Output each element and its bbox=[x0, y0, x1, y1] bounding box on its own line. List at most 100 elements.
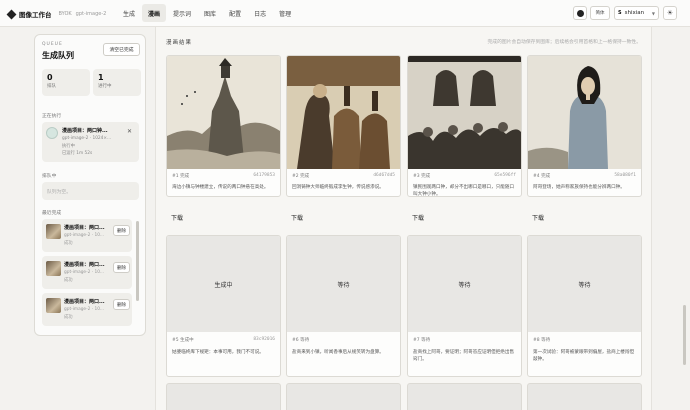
tab-admin[interactable]: 管理 bbox=[273, 4, 297, 22]
done-section-title: 最近完成 bbox=[42, 211, 62, 216]
panel-card: 生成中 #5 生成中 83c92016 姑婆临终库下规矩：本事可用，我门不可说。 bbox=[166, 235, 281, 377]
panel-label: #7 等待 bbox=[413, 338, 431, 343]
done-item-model: gpt-image-2 · 10... bbox=[64, 307, 105, 312]
panel-card: 等待 #6 等待 盐商来到小镇，听闻香事后从规笑转为盘算。 bbox=[286, 235, 401, 377]
panel-card bbox=[407, 383, 522, 410]
results-note: 完成的图片会自动保存到图库；后续格会引用首格和上一格保持一致性。 bbox=[487, 40, 641, 45]
stat-label: 排队 bbox=[47, 84, 56, 89]
app-subtitle: BYOK bbox=[58, 11, 72, 17]
github-icon bbox=[576, 9, 584, 17]
theme-toggle-button[interactable]: ☀ bbox=[663, 6, 677, 20]
results-title: 漫画结果 bbox=[166, 40, 193, 46]
running-item-model: gpt-image-2 · 1024×... bbox=[62, 136, 112, 141]
panel-card: #3 完成 65e596ff 镇民围观两口钟，却分不出哪口是哪口，只能随口叫大钟… bbox=[407, 55, 522, 197]
tab-config[interactable]: 配置 bbox=[223, 4, 247, 22]
panel-description: 盐商找上阿哥，要证明；阿哥答应证明但拒绝出售窍门。 bbox=[413, 350, 515, 362]
top-bar: 图像工作台 BYOK gpt-image-2 生成 漫画 提示词 图库 配置 日… bbox=[0, 0, 690, 27]
done-item-status: 成功 bbox=[64, 241, 73, 246]
waiting-empty: 队列为空。 bbox=[42, 182, 139, 200]
comic-results: 漫画结果 完成的图片会自动保存到图库；后续格会引用首格和上一格保持一致性。 #1… bbox=[155, 27, 652, 410]
tab-gallery[interactable]: 图库 bbox=[198, 4, 222, 22]
panel-card bbox=[166, 383, 281, 410]
panel-label: #5 生成中 bbox=[172, 338, 194, 343]
panel-description: 海边小镇与钟楼建立，传说的两口钟悬在高处。 bbox=[172, 185, 269, 190]
panel-hash: 83c92016 bbox=[253, 337, 275, 342]
stat-queued: 0 排队 bbox=[42, 69, 90, 96]
running-section-title: 正在执行 bbox=[42, 114, 62, 119]
tab-prompts[interactable]: 提示词 bbox=[167, 4, 197, 22]
panel-card: 等待 #8 等待 第一次试验：阿哥被蒙眼带到偏屋，盐商上楼闯但敲钟。 bbox=[527, 235, 642, 377]
tab-comic[interactable]: 漫画 bbox=[142, 4, 167, 22]
user-menu[interactable]: S shixian ▼ bbox=[614, 6, 659, 20]
tab-generate[interactable]: 生成 bbox=[117, 4, 141, 22]
done-item-model: gpt-image-2 · 10... bbox=[64, 233, 105, 238]
thumbnail bbox=[46, 261, 61, 276]
queue-scrollbar[interactable] bbox=[136, 221, 139, 301]
panel-card: #1 完成 64179853 海边小镇与钟楼建立，传说的两口钟悬在高处。 bbox=[166, 55, 281, 197]
panel-placeholder: 等待 bbox=[528, 236, 641, 332]
delete-button[interactable]: 删除 bbox=[113, 299, 130, 310]
done-item-model: gpt-image-2 · 10... bbox=[64, 270, 105, 275]
list-item[interactable]: 漫画项目：两口... gpt-image-2 · 10... 成功 删除 bbox=[42, 256, 132, 289]
delete-button[interactable]: 删除 bbox=[113, 262, 130, 273]
running-item[interactable]: 漫画项目：两口钟... gpt-image-2 · 1024×... 执行中 已… bbox=[42, 122, 139, 162]
stat-label: 进行中 bbox=[98, 84, 112, 89]
username: shixian bbox=[624, 10, 645, 16]
language-button[interactable]: 简体 bbox=[590, 6, 610, 20]
download-link[interactable]: 下载 bbox=[171, 213, 183, 222]
panel-card bbox=[286, 383, 401, 410]
queue-title: 生成队列 bbox=[42, 51, 74, 60]
panel-image[interactable] bbox=[528, 56, 641, 169]
brand[interactable]: 图像工作台 BYOK gpt-image-2 bbox=[6, 9, 107, 19]
waiting-section-title: 排队中 bbox=[42, 174, 57, 179]
sun-icon: ☀ bbox=[666, 9, 674, 17]
panel-placeholder: 生成中 bbox=[167, 236, 280, 332]
download-link[interactable]: 下载 bbox=[532, 213, 544, 222]
panel-card: 等待 #7 等待 盐商找上阿哥，要证明；阿哥答应证明但拒绝出售窍门。 bbox=[407, 235, 522, 377]
download-link[interactable]: 下载 bbox=[291, 213, 303, 222]
running-item-elapsed: 已运行 1m 52s bbox=[62, 151, 93, 156]
panel-card bbox=[527, 383, 642, 410]
panel-description: 回洞铸钟大师临终锻成李生钟，传说感渗说。 bbox=[292, 185, 384, 190]
queue-panel: QUEUE 生成队列 清空已完成 0 排队 1 进行中 正在执行 漫画项目：两口… bbox=[34, 34, 146, 336]
done-item-title: 漫画项目：两口... bbox=[64, 262, 105, 268]
clear-completed-button[interactable]: 清空已完成 bbox=[103, 43, 140, 56]
panel-hash: 58a080f1 bbox=[614, 173, 636, 178]
panel-description: 第一次试验：阿哥被蒙眼带到偏屋，盐商上楼闯但敲钟。 bbox=[533, 350, 635, 362]
panel-hash: 64179853 bbox=[253, 173, 275, 178]
panel-description: 姑婆临终库下规矩：本事可用，我门不可说。 bbox=[172, 350, 264, 355]
list-item[interactable]: 漫画项目：两口... gpt-image-2 · 10... 成功 删除 bbox=[42, 293, 132, 326]
panel-label: #4 完成 bbox=[533, 174, 551, 179]
panel-card: #4 完成 58a080f1 阿哥登场，她声称家族保持也能分辨两口钟。 bbox=[527, 55, 642, 197]
delete-button[interactable]: 删除 bbox=[113, 225, 130, 236]
panel-image[interactable] bbox=[408, 56, 521, 169]
page-scrollbar[interactable] bbox=[683, 305, 686, 365]
main-nav: 生成 漫画 提示词 图库 配置 日志 管理 bbox=[117, 4, 297, 22]
spinner-icon bbox=[46, 127, 58, 139]
panel-label: #8 等待 bbox=[533, 338, 551, 343]
done-item-title: 漫画项目：两口... bbox=[64, 299, 105, 305]
logo-icon bbox=[6, 9, 17, 19]
panel-label: #3 完成 bbox=[413, 174, 431, 179]
queue-eyebrow: QUEUE bbox=[42, 42, 63, 47]
panel-image[interactable] bbox=[167, 56, 280, 169]
stat-value: 0 bbox=[47, 73, 53, 82]
app-model: gpt-image-2 bbox=[75, 11, 107, 17]
app-name: 图像工作台 bbox=[19, 11, 52, 19]
running-item-title: 漫画项目：两口钟... bbox=[62, 128, 108, 134]
panel-card: #2 完成 d6d67dd5 回洞铸钟大师临终锻成李生钟，传说感渗说。 bbox=[286, 55, 401, 197]
done-item-title: 漫画项目：两口... bbox=[64, 225, 105, 231]
close-icon[interactable]: ✕ bbox=[127, 128, 132, 135]
panel-hash: 65e596ff bbox=[494, 173, 516, 178]
panel-image[interactable] bbox=[287, 56, 400, 169]
running-item-status: 执行中 bbox=[62, 144, 75, 149]
download-link[interactable]: 下载 bbox=[412, 213, 424, 222]
panel-description: 盐商来到小镇，听闻香事后从规笑转为盘算。 bbox=[292, 350, 384, 355]
stat-running: 1 进行中 bbox=[93, 69, 141, 96]
list-item[interactable]: 漫画项目：两口... gpt-image-2 · 10... 成功 删除 bbox=[42, 219, 132, 252]
chevron-down-icon: ▼ bbox=[651, 10, 655, 16]
github-button[interactable] bbox=[573, 6, 587, 20]
panel-description: 镇民围观两口钟，却分不出哪口是哪口，只能随口叫大钟小钟。 bbox=[413, 185, 515, 197]
panel-label: #2 完成 bbox=[292, 174, 310, 179]
tab-logs[interactable]: 日志 bbox=[248, 4, 272, 22]
